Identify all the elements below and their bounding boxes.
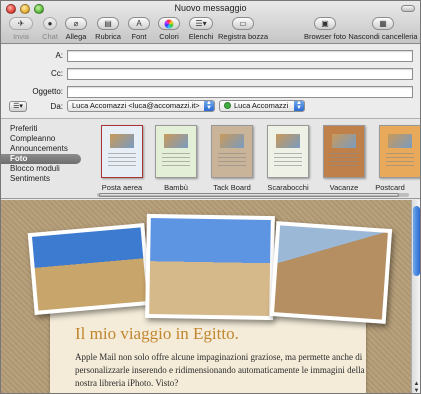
template-preview-lines xyxy=(218,153,246,169)
photo-image xyxy=(31,227,148,311)
category-item[interactable]: Preferiti xyxy=(1,124,91,134)
message-headline: Il mio viaggio in Egitto. xyxy=(75,324,239,343)
category-item[interactable]: Blocco moduli xyxy=(1,164,91,174)
template-thumbnail[interactable] xyxy=(267,125,309,178)
font-icon: A xyxy=(136,18,142,28)
template-label: Tack Board xyxy=(213,183,251,192)
stationery-scrollbar[interactable] xyxy=(97,193,409,197)
message-headers: A: Cc: Oggetto: ☰▾ Da: Luca Accomazzi <l… xyxy=(1,45,420,119)
to-field[interactable] xyxy=(67,50,413,62)
category-item[interactable]: Announcements xyxy=(1,144,91,154)
template-thumbnail[interactable] xyxy=(101,125,143,178)
popup-arrows-icon: ▲ ▼ xyxy=(294,101,304,111)
list-icon: ☰▾ xyxy=(195,18,207,28)
stationery-icon: ▦ xyxy=(379,18,387,28)
subject-label: Oggetto: xyxy=(32,87,63,96)
signature-status-icon xyxy=(224,102,231,109)
save-draft-button[interactable]: ▭ Registra bozza xyxy=(215,17,271,41)
template-preview-image xyxy=(110,134,134,148)
color-wheel-icon xyxy=(164,19,174,28)
message-scrollbar[interactable]: ▲ ▼ xyxy=(411,200,420,393)
template-preview-image xyxy=(220,134,244,148)
category-item[interactable]: Compleanno xyxy=(1,134,91,144)
header-options-button[interactable]: ☰▾ xyxy=(9,101,27,112)
template-label: Scarabocchi xyxy=(267,183,309,192)
stationery-categories: Preferiti Compleanno Announcements Foto … xyxy=(1,124,91,184)
photo-image xyxy=(149,217,271,317)
from-popup[interactable]: Luca Accomazzi <luca@accomazzi.it> ▲ ▼ xyxy=(67,100,215,112)
photo-camels[interactable] xyxy=(27,223,152,315)
template-preview-lines xyxy=(274,153,302,169)
attach-button[interactable]: ⌀ Allega xyxy=(63,17,89,41)
template-label: Posta aerea xyxy=(101,183,143,192)
address-book-button[interactable]: ▤ Rubrica xyxy=(92,17,124,41)
toolbar: Nuovo messaggio ✈ Invia ● Chat ⌀ Allega … xyxy=(1,1,420,44)
photo-image xyxy=(274,225,388,320)
category-item[interactable]: Sentiments xyxy=(1,174,91,184)
template-preview-image xyxy=(164,134,188,148)
template-preview-image xyxy=(388,134,412,148)
template-preview-lines xyxy=(330,153,358,169)
send-icon: ✈ xyxy=(17,18,25,28)
template-thumbnail[interactable] xyxy=(211,125,253,178)
mail-compose-window: Nuovo messaggio ✈ Invia ● Chat ⌀ Allega … xyxy=(0,0,421,394)
template-thumbnail[interactable] xyxy=(379,125,420,178)
hide-stationery-button[interactable]: ▦ Nascondi cancelleria xyxy=(348,17,418,41)
popup-arrows-icon: ▲ ▼ xyxy=(204,101,214,111)
template-thumbnail[interactable] xyxy=(323,125,365,178)
template-preview-lines xyxy=(386,153,414,169)
photo-browser-button[interactable]: ▣ Browser foto xyxy=(301,17,349,41)
template-preview-image xyxy=(276,134,300,148)
window-title: Nuovo messaggio xyxy=(174,3,247,13)
message-paragraph: Apple Mail non solo offre alcune impagin… xyxy=(75,352,365,388)
photo-statue[interactable] xyxy=(269,221,393,324)
photo-browser-icon: ▣ xyxy=(321,18,329,28)
template-label: Postcard xyxy=(375,183,405,192)
to-label: A: xyxy=(55,51,63,60)
template-label: Bambù xyxy=(164,183,188,192)
scrollbar-knob[interactable] xyxy=(413,206,420,276)
category-item-selected[interactable]: Foto xyxy=(1,154,81,164)
signature-value: Luca Accomazzi xyxy=(234,101,289,110)
paperclip-icon: ⌀ xyxy=(73,18,79,28)
send-button[interactable]: ✈ Invia xyxy=(7,17,35,41)
scroll-down-arrow-icon[interactable]: ▼ xyxy=(412,387,420,393)
colors-button[interactable]: Colori xyxy=(155,17,183,41)
template-preview-lines xyxy=(108,153,136,169)
subject-field[interactable] xyxy=(67,86,413,98)
cc-field[interactable] xyxy=(67,68,413,80)
photo-pyramid[interactable] xyxy=(145,213,275,321)
toolbar-toggle-button[interactable] xyxy=(401,5,415,12)
chat-button[interactable]: ● Chat xyxy=(37,17,63,41)
font-button[interactable]: A Font xyxy=(127,17,151,41)
cc-label: Cc: xyxy=(51,69,63,78)
stationery-pane: Preferiti Compleanno Announcements Foto … xyxy=(1,120,420,199)
chat-icon: ● xyxy=(47,18,53,28)
address-book-icon: ▤ xyxy=(104,18,112,28)
template-preview-lines xyxy=(162,153,190,169)
from-value: Luca Accomazzi <luca@accomazzi.it> xyxy=(72,101,200,110)
scrollbar-knob[interactable] xyxy=(99,193,399,197)
signature-popup[interactable]: Luca Accomazzi ▲ ▼ xyxy=(219,100,305,112)
from-label: Da: xyxy=(50,102,63,111)
template-thumbnail[interactable] xyxy=(155,125,197,178)
lists-button[interactable]: ☰▾ Elenchi xyxy=(185,17,217,41)
template-preview-image xyxy=(332,134,356,148)
draft-icon: ▭ xyxy=(239,18,247,28)
list-menu-icon: ☰▾ xyxy=(13,103,23,110)
